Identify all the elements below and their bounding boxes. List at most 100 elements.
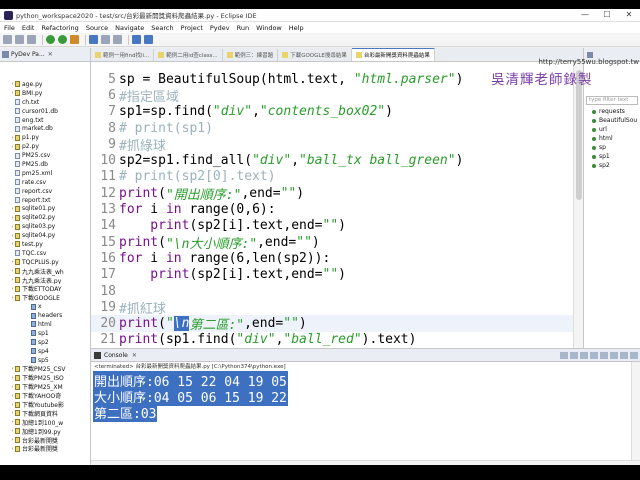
code-line[interactable]: 8 # print(sp1) — [91, 120, 573, 136]
scrollbar-thumb[interactable] — [576, 70, 582, 200]
tree-file-item[interactable]: pm25.xml — [0, 169, 90, 178]
editor-scrollbar[interactable] — [573, 62, 583, 348]
forward-icon[interactable] — [144, 35, 153, 44]
back-icon[interactable] — [132, 35, 141, 44]
remove-launch-icon[interactable] — [570, 352, 578, 359]
tree-variable-item[interactable]: x — [0, 302, 90, 311]
code-line[interactable]: 16 for i in range(6,len(sp2)): — [91, 250, 573, 266]
tree-file-item[interactable]: rate.csv — [0, 178, 90, 187]
explorer-title[interactable]: PyDev Pa... — [11, 51, 45, 58]
maximize-button[interactable]: ☐ — [596, 9, 618, 21]
tree-file-item[interactable]: cursor01.db — [0, 107, 90, 116]
outline-item[interactable]: BeautifulSou — [584, 116, 640, 125]
tree-file-item[interactable]: › 下載Youtube影 — [0, 400, 90, 409]
close-icon[interactable]: ✕ — [48, 51, 53, 58]
scroll-lock-icon[interactable] — [590, 352, 598, 359]
tree-file-item[interactable]: › 下載PM25_ISO — [0, 373, 90, 382]
tree-variable-item[interactable]: sp4 — [0, 347, 90, 356]
console-tab[interactable]: Console — [104, 352, 128, 359]
pin-console-icon[interactable] — [600, 352, 608, 359]
code-line[interactable]: 19 #抓紅球 — [91, 299, 573, 317]
code-line[interactable]: 14 print (sp2[i].text,end= "") — [91, 218, 573, 234]
menu-source[interactable]: Source — [86, 24, 108, 32]
console-output[interactable]: 開出順序:06 15 22 04 19 05 大小順序:04 05 06 15 1… — [91, 370, 640, 422]
code-line[interactable]: 18 — [91, 283, 573, 299]
tree-file-item[interactable]: › 台彩最新開獎 — [0, 445, 90, 453]
external-tools-icon[interactable] — [70, 35, 79, 44]
outline-filter-input[interactable]: type filter text — [586, 96, 638, 105]
menu-file[interactable]: File — [4, 24, 15, 32]
tree-file-item[interactable]: › 下載網頁資料 — [0, 409, 90, 418]
display-console-icon[interactable] — [610, 352, 618, 359]
tree-file-item[interactable]: PM25.csv — [0, 151, 90, 160]
open-type-icon[interactable] — [101, 35, 110, 44]
code-line[interactable]: 9 #抓綠球 — [91, 136, 573, 154]
tree-file-item[interactable]: › TQCPLUS.py — [0, 258, 90, 267]
tree-variable-item[interactable]: headers — [0, 311, 90, 320]
console-vertical-scrollbar[interactable] — [631, 362, 640, 462]
code-area[interactable]: 5 sp = BeautifulSoup(html.text, "html.par… — [91, 71, 573, 348]
code-line[interactable]: 7 sp1=sp.find("div", "contents_box02") — [91, 104, 573, 120]
tree-file-item[interactable]: ch.txt — [0, 98, 90, 107]
tree-file-item[interactable]: eng.txt — [0, 116, 90, 125]
tree-file-item[interactable]: › p1.py — [0, 133, 90, 142]
save-icon[interactable] — [15, 35, 24, 44]
tree-file-item[interactable]: › 下載ETTODAY — [0, 284, 90, 293]
outline-item[interactable]: sp1 — [584, 152, 640, 161]
tree-file-item[interactable]: › 下載PM25_XM — [0, 382, 90, 391]
editor-tab[interactable]: 範例三：練習題 — [223, 49, 279, 61]
menu-pydev[interactable]: Pydev — [210, 24, 230, 32]
code-line[interactable]: 21 print (sp1.find("div", "ball_red").text) — [91, 332, 573, 348]
code-line[interactable]: 11 # print(sp2[0].text) — [91, 169, 573, 185]
code-line[interactable]: 15 print("\n大小順序:" ,end= "") — [91, 234, 573, 252]
terminate-icon[interactable] — [560, 352, 568, 359]
new-icon[interactable] — [3, 35, 12, 44]
outline-item[interactable]: sp — [584, 143, 640, 152]
code-line[interactable]: 17 print (sp2[i].text,end= "") — [91, 267, 573, 283]
tree-file-item[interactable]: › 下載GOOGLE — [0, 293, 90, 302]
menu-refactoring[interactable]: Refactoring — [41, 24, 78, 32]
editor-tab[interactable]: 範例一用find找li... — [91, 49, 155, 61]
menu-run[interactable]: Run — [237, 24, 249, 32]
tree-file-item[interactable]: › sqlite03.py — [0, 222, 90, 231]
tree-file-item[interactable]: report.csv — [0, 187, 90, 196]
tree-file-item[interactable]: › 九九乘法表_wh — [0, 267, 90, 276]
search-icon[interactable] — [113, 35, 122, 44]
tree-variable-item[interactable]: sp5 — [0, 356, 90, 365]
tree-file-item[interactable]: › p2.py — [0, 142, 90, 151]
run-icon[interactable] — [46, 35, 55, 44]
code-line[interactable]: 12 print("開出順序:" ,end= "") — [91, 185, 573, 203]
tree-file-item[interactable]: TQC.csv — [0, 249, 90, 258]
editor-tab[interactable]: 範例二用id查class... — [154, 49, 223, 61]
outline-item[interactable]: url — [584, 125, 640, 134]
editor-tab[interactable]: 下載GOOGLE搜尋結果 — [278, 49, 352, 61]
tree-file-item[interactable]: PM25.db — [0, 160, 90, 169]
code-line[interactable]: 10 sp2=sp1.find_all("div", "ball_tx ball_g… — [91, 152, 573, 168]
tree-file-item[interactable]: market.db — [0, 124, 90, 133]
tree-file-item[interactable]: › BMI.py — [0, 89, 90, 98]
outline-item[interactable]: html — [584, 134, 640, 143]
tree-file-item[interactable]: › test.py — [0, 240, 90, 249]
new-module-icon[interactable] — [89, 35, 98, 44]
tree-file-item[interactable]: › sqlite02.py — [0, 213, 90, 222]
clear-console-icon[interactable] — [580, 352, 588, 359]
menu-help[interactable]: Help — [289, 24, 304, 32]
tree-file-item[interactable]: › 台彩最新開獎 — [0, 436, 90, 445]
tree-file-item[interactable]: › 加總1到100_w — [0, 418, 90, 427]
menu-navigate[interactable]: Navigate — [115, 24, 144, 32]
save-all-icon[interactable] — [27, 35, 36, 44]
close-icon[interactable]: ✕ — [132, 352, 137, 359]
debug-icon[interactable] — [58, 35, 67, 44]
tree-file-item[interactable]: report.txt — [0, 196, 90, 205]
tree-variable-item[interactable]: sp2 — [0, 338, 90, 347]
menu-edit[interactable]: Edit — [22, 24, 35, 32]
tree-file-item[interactable]: › 下載YAHOO奇 — [0, 391, 90, 400]
close-button[interactable]: ✕ — [618, 9, 640, 21]
outline-item[interactable]: requests — [584, 107, 640, 116]
code-line[interactable]: 13 for i in range(0,6): — [91, 201, 573, 217]
tree-file-item[interactable]: › 九九乘法表.py — [0, 276, 90, 284]
tree-file-item[interactable]: › sqlite01.py — [0, 204, 90, 213]
maximize-icon[interactable] — [630, 352, 638, 359]
minimize-button[interactable]: — — [574, 9, 596, 21]
tree-file-item[interactable]: › sqlite04.py — [0, 231, 90, 240]
